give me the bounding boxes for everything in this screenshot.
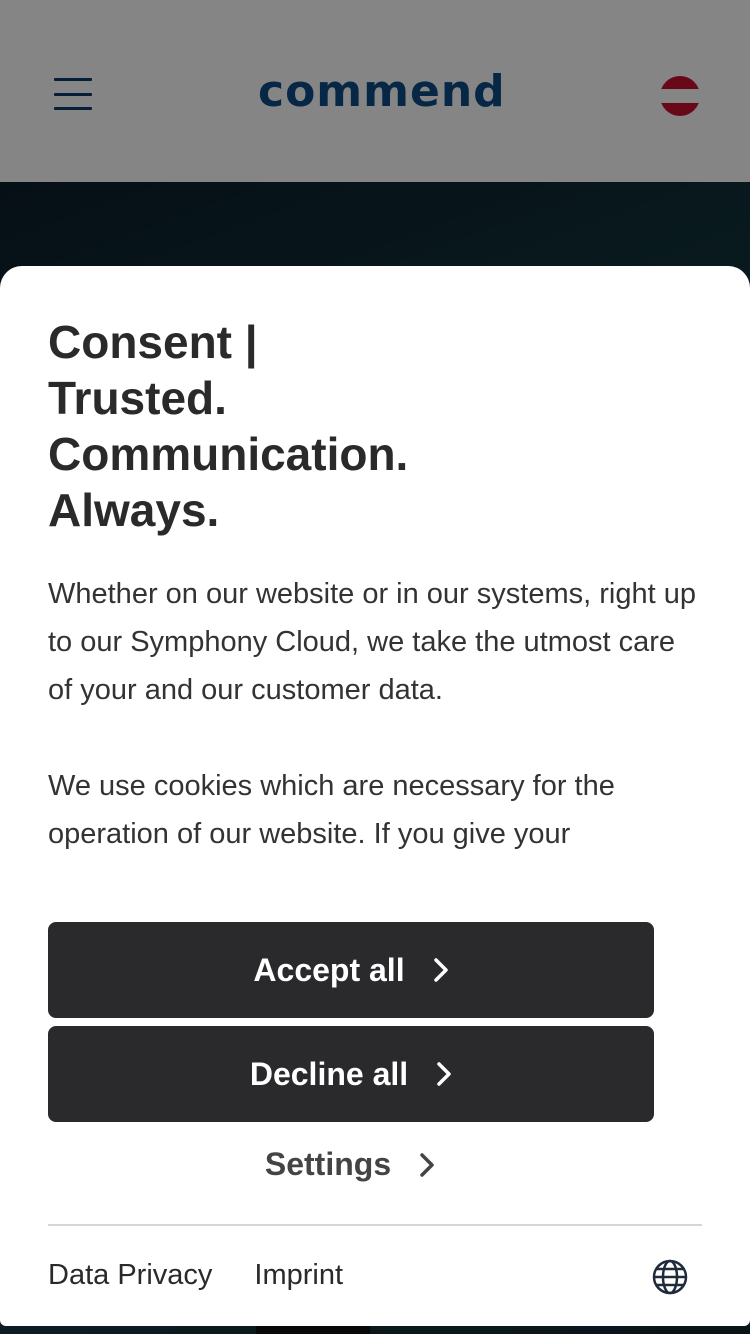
accept-all-label: Accept all [253, 951, 405, 988]
settings-label: Settings [264, 1146, 392, 1182]
globe-icon[interactable] [652, 1259, 688, 1295]
title-line: Consent | [48, 316, 258, 368]
consent-dialog: Consent | Trusted. Communication. Always… [0, 266, 750, 1326]
data-privacy-link[interactable]: Data Privacy [48, 1259, 212, 1292]
title-line: Communication. [48, 428, 409, 480]
imprint-link[interactable]: Imprint [254, 1259, 343, 1292]
divider [48, 1224, 702, 1226]
chevron-right-icon [433, 957, 449, 983]
decline-all-button[interactable]: Decline all [48, 1026, 654, 1122]
title-line: Trusted. [48, 372, 227, 424]
page: commend Consent | Trusted. Communication… [0, 0, 750, 1334]
accept-all-button[interactable]: Accept all [48, 922, 654, 1018]
settings-button[interactable]: Settings [0, 1146, 700, 1183]
consent-paragraph: Whether on our website or in our systems… [48, 578, 696, 706]
decline-all-label: Decline all [249, 1055, 409, 1092]
chevron-right-icon [436, 1061, 452, 1087]
title-line: Always. [48, 484, 220, 536]
consent-text: Whether on our website or in our systems… [48, 570, 698, 858]
consent-paragraph: We use cookies which are necessary for t… [48, 770, 615, 850]
chevron-right-icon [419, 1152, 435, 1178]
consent-title: Consent | Trusted. Communication. Always… [48, 314, 448, 538]
footer-links: Data Privacy Imprint [48, 1259, 343, 1292]
